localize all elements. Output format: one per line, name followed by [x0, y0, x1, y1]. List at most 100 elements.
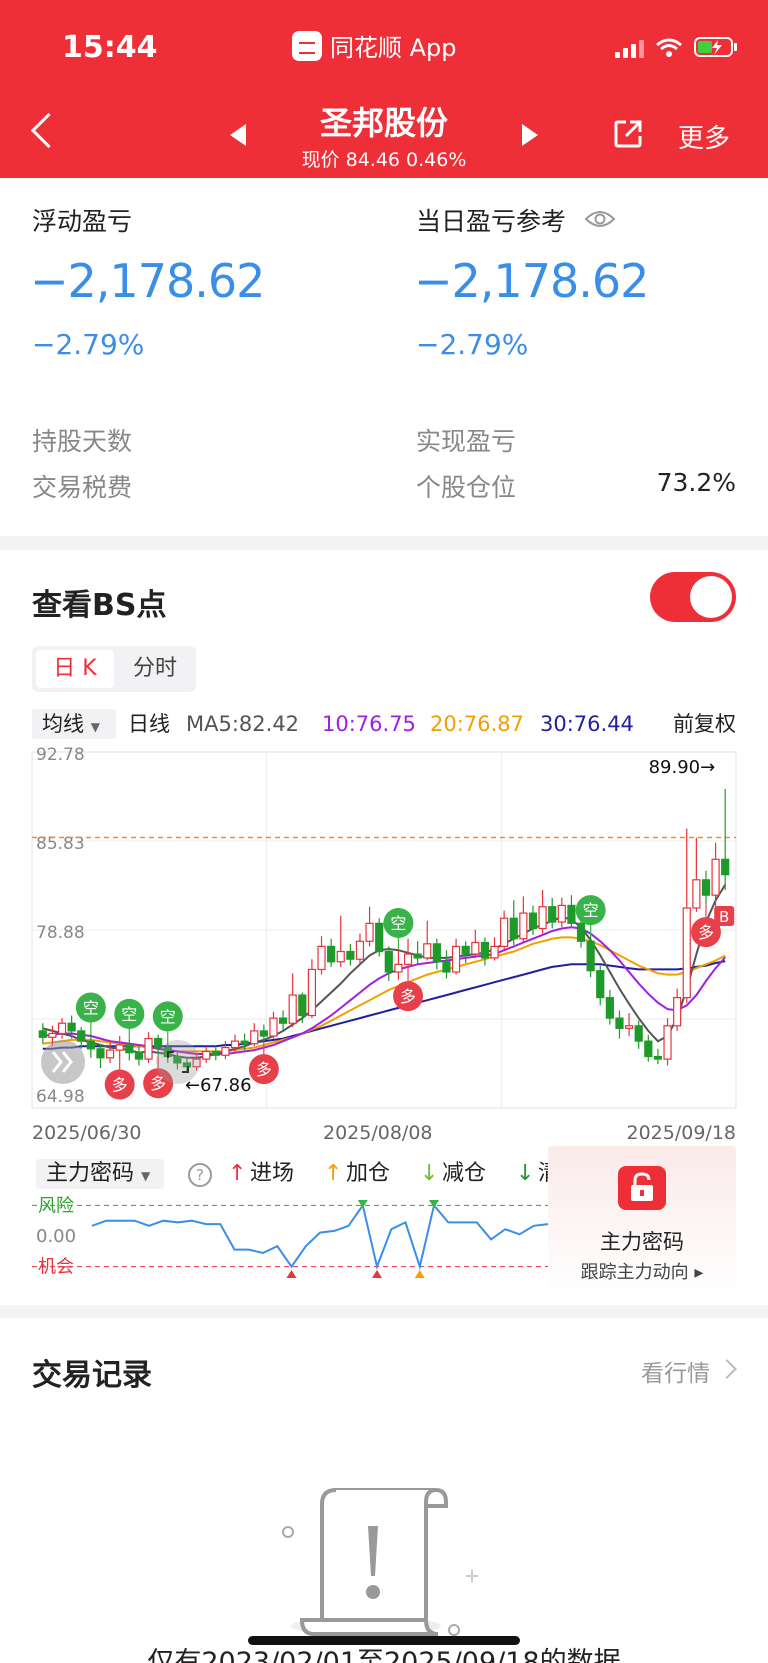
- signal-icon: [615, 40, 644, 58]
- lock-icon: [618, 1166, 666, 1210]
- main-force-card[interactable]: 主力密码 跟踪主力动向 ▸: [548, 1146, 736, 1296]
- app-header: 15:44 同花顺 App 圣邦股份 现价 84.46 0.46% 更多: [0, 0, 768, 178]
- y-tick-label: 92.78: [36, 745, 85, 765]
- view-quote-link[interactable]: 看行情: [641, 1354, 710, 1388]
- arrow-up-icon: ↑: [324, 1161, 343, 1186]
- candle-body: [721, 858, 730, 876]
- signal-label: 空: [583, 901, 599, 920]
- ma-line-label: 日线: [128, 712, 170, 736]
- indicator-select-label: 主力密码: [46, 1161, 135, 1186]
- position-value: 73.2%: [656, 468, 736, 497]
- tab-intraday[interactable]: 分时: [118, 650, 192, 688]
- candle-body: [413, 953, 422, 959]
- candle-body: [250, 1030, 259, 1045]
- candle-body: [538, 906, 547, 930]
- kline-tabs: 日 K 分时: [32, 646, 196, 692]
- candle-body: [77, 1030, 86, 1042]
- candle-body: [615, 1017, 624, 1029]
- candle-body: [490, 945, 499, 959]
- ma-select-label: 均线: [42, 712, 84, 736]
- candle-body: [548, 906, 557, 923]
- indicator-chart[interactable]: 风险 0.00 机会: [0, 1194, 548, 1280]
- candle-body: [355, 940, 365, 960]
- floating-pnl-pct: −2.79%: [32, 328, 145, 361]
- main-force-line: [91, 1202, 548, 1271]
- candle-body: [403, 953, 413, 965]
- candle-body: [317, 945, 326, 971]
- page-title: 圣邦股份: [319, 104, 448, 142]
- candle-body: [528, 912, 538, 930]
- floating-pnl-label: 浮动盈亏: [32, 207, 133, 236]
- y-tick-label: 64.98: [36, 1087, 85, 1107]
- pnl-panel: 浮动盈亏 −2,178.62 −2.79% 当日盈亏参考 −2,178.62 −…: [0, 178, 768, 536]
- ma-select[interactable]: 均线 ▼: [32, 709, 116, 739]
- date-start: 2025/06/30: [32, 1122, 142, 1144]
- status-icons: [615, 36, 738, 58]
- candle-body: [336, 950, 345, 963]
- candle-body: [461, 945, 470, 955]
- candle-body: [269, 1017, 278, 1037]
- tab-daily-k[interactable]: 日 K: [36, 650, 114, 688]
- daily-pnl-label: 当日盈亏参考: [416, 207, 567, 236]
- candle-body: [105, 1049, 115, 1059]
- trade-section: 交易记录 看行情 仅有2023/02/01至2025/09/18的数据: [0, 1318, 768, 1663]
- arrow-up-icon: ↑: [228, 1161, 247, 1186]
- candle-body: [346, 950, 355, 960]
- candle-body: [125, 1044, 134, 1054]
- help-icon[interactable]: ?: [188, 1163, 212, 1187]
- entry-arrow-icon: [372, 1270, 382, 1278]
- share-icon[interactable]: [612, 118, 644, 150]
- candle-body: [115, 1044, 124, 1051]
- arrow-down-icon: ↓: [420, 1161, 439, 1186]
- fullscreen-icon: [156, 1040, 200, 1084]
- ma30-value: 30:76.44: [540, 712, 634, 736]
- legend-add: 加仓: [346, 1161, 391, 1186]
- arrow-down-icon: ↓: [516, 1161, 535, 1186]
- reduce-arrow-icon: [357, 1200, 368, 1208]
- candle-body: [500, 917, 509, 947]
- buy-b-label: B: [719, 908, 729, 926]
- indicator-select[interactable]: 主力密码 ▼: [36, 1159, 164, 1189]
- kline-chart[interactable]: 92.7885.8378.8864.98空空空多 多多空多空多B89.90→←67…: [0, 742, 768, 1122]
- low-price-label: ←67.86: [185, 1075, 252, 1096]
- zero-label: 0.00: [36, 1226, 76, 1247]
- empty-document-icon: [282, 1488, 478, 1636]
- adjust-label[interactable]: 前复权: [673, 706, 736, 742]
- candle-body: [451, 945, 461, 973]
- indicator-bar: 主力密码 ▼ ? ↑ 进场 ↑ 加仓 ↓ 减仓 ↓ 清仓: [32, 1156, 552, 1192]
- status-time: 15:44: [62, 30, 158, 65]
- wifi-icon: [656, 38, 682, 57]
- signal-label: 空: [390, 914, 406, 933]
- candle-body: [634, 1025, 643, 1042]
- status-app-label: 同花顺 App: [330, 34, 457, 62]
- candle-body: [567, 904, 576, 924]
- candle-body: [480, 941, 490, 959]
- candle-body: [711, 858, 720, 896]
- candle-body: [586, 940, 595, 972]
- home-indicator: [248, 1636, 520, 1645]
- next-stock-icon[interactable]: [522, 124, 538, 146]
- ma10-value: 10:76.75: [322, 712, 416, 736]
- candle-body: [557, 904, 566, 923]
- ma5-value: MA5:82.42: [186, 712, 300, 736]
- eye-icon[interactable]: [584, 208, 616, 230]
- candle-body: [624, 1025, 634, 1029]
- price-subtitle: 现价 84.46 0.46%: [301, 149, 467, 171]
- more-button[interactable]: 更多: [678, 118, 730, 155]
- risk-label: 风险: [38, 1195, 74, 1216]
- bs-toggle[interactable]: [650, 572, 736, 622]
- candle-body: [96, 1048, 105, 1059]
- reduce-arrow-icon: [429, 1200, 439, 1208]
- ma-bar: 均线 ▼ 日线 MA5:82.42 10:76.75 20:76.87 30:7…: [32, 706, 736, 742]
- candle-body: [298, 994, 307, 1017]
- signal-label: 空: [83, 998, 99, 1017]
- candle-body: [375, 922, 384, 953]
- trade-title: 交易记录: [32, 1358, 152, 1393]
- candle-body: [432, 943, 441, 963]
- legend-enter: 进场: [250, 1161, 295, 1186]
- ma20-value: 20:76.87: [430, 712, 524, 736]
- app-logo-icon: [292, 30, 322, 61]
- candle-body: [221, 1046, 230, 1056]
- candle-body: [259, 1030, 268, 1037]
- y-tick-label: 78.88: [36, 923, 85, 943]
